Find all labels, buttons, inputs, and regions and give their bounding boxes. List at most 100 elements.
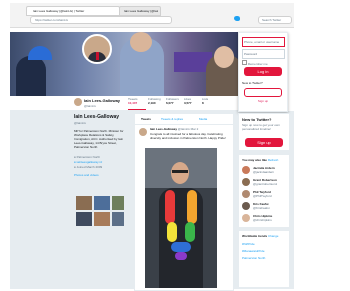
tweet-time[interactable]: Mar 2 [191, 127, 199, 131]
suggestion-item[interactable]: Chris Hipkins @chrishipkins [242, 214, 286, 224]
suggestions-title: You may also like Refresh [242, 158, 278, 162]
address-bar[interactable]: https://twitter.com/IainLG [30, 16, 172, 24]
password-input[interactable]: Password [242, 49, 285, 59]
mini-avatar [74, 98, 82, 106]
checkbox[interactable] [242, 60, 247, 65]
timeline: Tweets Tweets & replies Media Iain Lees-… [134, 113, 234, 291]
stat-lists[interactable]: Lists 8 [202, 97, 212, 109]
timeline-tabs: Tweets Tweets & replies Media [135, 114, 233, 125]
photo-lei-yellow [167, 222, 177, 242]
profile-location: ● Palmerston North [74, 155, 126, 159]
stat-value: 8 [202, 101, 204, 105]
photo-lei-red [165, 190, 175, 224]
phone-input[interactable]: Phone, email or username [242, 37, 285, 47]
new-to-twitter: New to Twitter? [242, 81, 263, 85]
suggestion-avatar [242, 214, 250, 222]
search-placeholder: Search Twitter [262, 18, 282, 22]
nav-handle: @IainLG [84, 104, 96, 108]
stat-value: 2,190 [148, 101, 156, 105]
avatar-tie [96, 52, 99, 60]
suggestions-title-text: You may also like [242, 158, 267, 162]
tab-tweets-replies[interactable]: Tweets & replies [161, 117, 183, 121]
trend-item[interactable]: Palmerston North [242, 256, 265, 260]
person-head [130, 32, 152, 52]
suggestion-avatar [242, 178, 250, 186]
joined-text: Joined March 2009 [76, 165, 103, 169]
tweet-author[interactable]: Iain Lees-Galloway [150, 127, 177, 131]
tweet-header: Iain Lees-Galloway @IainLG Mar 2 [150, 127, 198, 131]
suggestion-avatar [242, 202, 250, 210]
suggestions-box: You may also like Refresh Jacinda Ardern… [238, 154, 290, 228]
trend-item[interactable]: #NZPride [242, 242, 255, 246]
location-text: Palmerston North [76, 155, 100, 159]
photo-thumb[interactable] [94, 196, 110, 210]
remember-label: Remember me [247, 62, 268, 66]
photo-thumb[interactable] [112, 196, 124, 210]
signup-box: New to Twitter? Sign up now to get your … [238, 113, 290, 151]
change-link[interactable]: Change [268, 234, 279, 238]
twitter-bird-icon [234, 16, 240, 21]
stat-following[interactable]: Following 2,190 [148, 97, 166, 109]
photo-lei-green [185, 222, 195, 242]
umbrella-blue [28, 46, 52, 60]
stat-followers[interactable]: Followers 6,077 [166, 97, 184, 109]
signup-button-outline[interactable]: Sign up [244, 88, 282, 103]
stat-likes[interactable]: Likes 3,577 [184, 97, 200, 109]
avatar[interactable] [82, 34, 112, 64]
suggestion-avatar [242, 166, 250, 174]
website-text: iainleesgalloway.nz [76, 160, 103, 164]
stat-tweets[interactable]: Tweets 10,407 [128, 97, 146, 110]
search-input[interactable]: Search Twitter [258, 16, 292, 24]
tweet-text: Congrats to all involved for a fabulous … [150, 132, 226, 140]
tweet-avatar[interactable] [139, 128, 147, 136]
trends-box: Worldwide trends Change #NZPride #Manawa… [238, 230, 290, 288]
suggestion-handle: @grantrobertson1 [253, 182, 278, 186]
suggestion-item[interactable]: Phil Twyford @PhilTwyford [242, 190, 286, 200]
stat-value: 6,077 [166, 101, 174, 105]
profile-joined: ● Joined March 2009 [74, 165, 126, 169]
crowd-figure [16, 56, 46, 96]
remember-me[interactable]: Remember me [242, 60, 268, 66]
photo-glasses [172, 170, 188, 173]
browser-tab[interactable]: Iain Lees Galloway (@IainLG) [119, 6, 161, 16]
login-dropdown: Phone, email or username Password Rememb… [238, 32, 288, 112]
trend-item[interactable]: #ManawatuPride [242, 249, 265, 253]
photo-thumb[interactable] [112, 212, 124, 226]
signup-title: New to Twitter? [242, 117, 272, 122]
login-button[interactable]: Log in [244, 67, 282, 76]
photo-lei-purple [175, 252, 187, 260]
stat-value: 3,577 [184, 101, 192, 105]
older-man-head [214, 46, 234, 68]
suggestion-avatar [242, 190, 250, 198]
photo-lei-blue [171, 242, 191, 252]
profile-handle: @IainLG [74, 121, 86, 125]
suggestion-item[interactable]: Kris Faafoi @KrisFaafoi [242, 202, 286, 212]
refresh-link[interactable]: Refresh [268, 158, 279, 162]
profile-name: Iain Lees-Galloway [74, 114, 120, 120]
photo-thumb[interactable] [76, 212, 92, 226]
profile-website[interactable]: ● iainleesgalloway.nz [74, 160, 126, 164]
tab-tweets[interactable]: Tweets [141, 117, 151, 121]
photo-thumb[interactable] [94, 212, 110, 226]
signup-subtitle: Sign up now to get your own personalized… [242, 123, 280, 131]
trends-title-text: Worldwide trends [242, 234, 268, 238]
browser-tab-active[interactable]: Iain Lees Galloway (@IainLG) | Twitter [26, 6, 120, 16]
password-placeholder: Password [244, 52, 258, 56]
suggestion-handle: @chrishipkins [253, 218, 272, 222]
photo-person-head [171, 162, 189, 184]
tweet-handle: @IainLG [177, 127, 190, 131]
photo-thumb[interactable] [76, 196, 92, 210]
photos-link[interactable]: Photos and videos [74, 173, 126, 177]
tab-label: Iain Lees Galloway (@IainLG) [124, 9, 158, 13]
suggestion-item[interactable]: Jacinda Ardern @jacindaardern [242, 166, 286, 176]
tweet-photo[interactable] [145, 148, 217, 288]
suggestion-handle: @jacindaardern [253, 170, 275, 174]
profile-bio: MP for Palmerston North. Minister for Wo… [74, 129, 124, 149]
photo-lei-orange [187, 190, 197, 224]
phone-placeholder: Phone, email or username [244, 40, 280, 44]
signup-button[interactable]: Sign up [245, 138, 283, 147]
tab-media[interactable]: Media [199, 117, 207, 121]
tab-label: Iain Lees Galloway (@IainLG) | Twitter [33, 9, 85, 13]
signup-label: Sign up [257, 99, 269, 103]
suggestion-item[interactable]: Grant Robertson @grantrobertson1 [242, 178, 286, 188]
